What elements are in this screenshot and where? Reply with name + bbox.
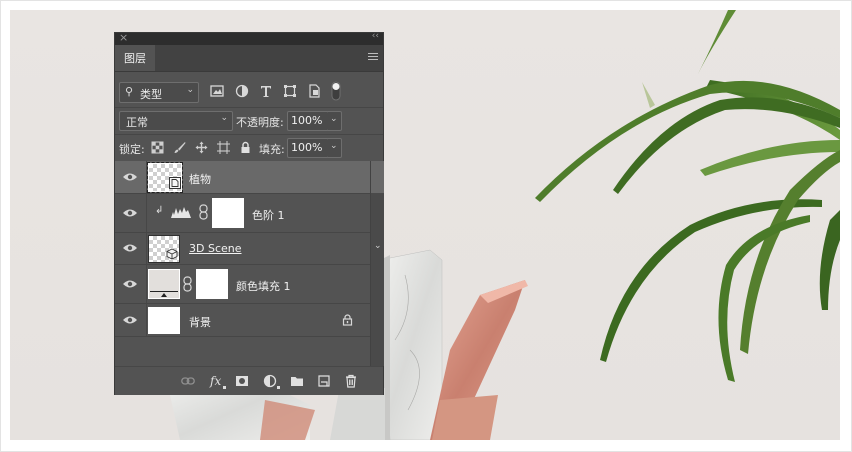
search-icon: ⚲ bbox=[125, 85, 134, 98]
scrollbar-selected-strip bbox=[371, 161, 384, 193]
blend-row: 正常 ⌄ 不透明度: 100% ⌄ bbox=[115, 108, 383, 135]
collapse-icon[interactable]: ‹‹ bbox=[372, 31, 379, 41]
layer-row-3d-scene[interactable]: 3D Scene bbox=[115, 233, 370, 265]
panel-menu-icon[interactable] bbox=[368, 53, 378, 62]
opacity-value: 100% bbox=[291, 114, 323, 127]
opacity-label: 不透明度: bbox=[236, 116, 284, 129]
eye-divider bbox=[146, 161, 147, 193]
layers-panel: × ‹‹ 图层 ⚲ 类型 ⌄ 正常 ⌄ 不透明度: 100% ⌄ 锁定: 填充:… bbox=[115, 31, 384, 395]
filter-toggle-icon[interactable] bbox=[331, 81, 341, 101]
layers-scrollbar[interactable]: ⌄ bbox=[370, 161, 384, 366]
adjustment-filter-icon[interactable] bbox=[235, 84, 249, 98]
delete-layer-icon[interactable] bbox=[344, 374, 358, 388]
layer-row-color-fill[interactable]: 颜色填充 1 bbox=[115, 265, 370, 304]
fill-slider-line bbox=[150, 291, 178, 292]
lock-row: 锁定: 填充: 100% ⌄ bbox=[115, 135, 383, 162]
layer-thumbnail bbox=[148, 307, 180, 334]
layer-name[interactable]: 颜色填充 1 bbox=[236, 278, 291, 294]
layer-row-background[interactable]: 背景 bbox=[115, 304, 370, 337]
lock-image-pixels-icon[interactable] bbox=[173, 141, 186, 154]
layer-row-plant[interactable]: 植物 bbox=[115, 161, 370, 194]
lock-label: 锁定: bbox=[119, 143, 145, 156]
filter-row: ⚲ 类型 ⌄ bbox=[115, 73, 383, 108]
panel-titlebar: × ‹‹ bbox=[115, 31, 383, 45]
image-filter-icon[interactable] bbox=[210, 84, 224, 98]
visibility-eye-icon[interactable] bbox=[122, 243, 138, 253]
clipping-arrow-icon: ↲ bbox=[155, 205, 164, 216]
new-layer-icon[interactable] bbox=[317, 374, 331, 388]
3d-cube-icon bbox=[166, 248, 178, 260]
new-group-icon[interactable] bbox=[290, 374, 304, 388]
chevron-down-icon: ⌄ bbox=[220, 113, 228, 123]
visibility-eye-icon[interactable] bbox=[122, 172, 138, 182]
layer-name[interactable]: 色阶 1 bbox=[252, 207, 285, 223]
layer-filter-select[interactable]: ⚲ 类型 ⌄ bbox=[119, 82, 199, 103]
layer-mask-thumbnail bbox=[212, 198, 244, 228]
blend-mode-value: 正常 bbox=[126, 116, 148, 129]
add-mask-icon[interactable] bbox=[235, 374, 249, 388]
shape-filter-icon[interactable] bbox=[283, 84, 297, 98]
chevron-down-icon: ⌄ bbox=[330, 114, 338, 124]
lock-icon bbox=[342, 314, 353, 326]
fx-icon[interactable]: fx bbox=[210, 374, 221, 388]
adjustment-menu-dot bbox=[277, 386, 280, 389]
histogram-icon bbox=[171, 207, 191, 218]
chain-link-icon[interactable] bbox=[183, 276, 192, 292]
fill-input[interactable]: 100% bbox=[287, 138, 329, 158]
tab-layers[interactable]: 图层 bbox=[115, 45, 155, 71]
layer-name[interactable]: 植物 bbox=[189, 171, 211, 187]
eye-divider bbox=[146, 265, 147, 303]
fill-value: 100% bbox=[291, 141, 323, 154]
chain-link-icon[interactable] bbox=[199, 204, 208, 220]
type-filter-icon[interactable] bbox=[259, 84, 273, 98]
layer-mask-thumbnail bbox=[196, 269, 228, 299]
panel-tab-row: 图层 bbox=[115, 45, 383, 72]
filter-label: 类型 bbox=[140, 88, 162, 101]
panel-footer: fx bbox=[115, 366, 383, 395]
smart-object-filter-icon[interactable] bbox=[307, 84, 321, 98]
layer-name[interactable]: 背景 bbox=[189, 314, 211, 330]
chevron-down-icon: ⌄ bbox=[186, 85, 194, 95]
fill-color-thumbnail bbox=[148, 269, 180, 299]
fill-slider-marker bbox=[161, 293, 167, 297]
eye-divider bbox=[146, 233, 147, 264]
opacity-dropdown-button[interactable]: ⌄ bbox=[328, 111, 342, 131]
layer-name[interactable]: 3D Scene bbox=[189, 242, 242, 255]
opacity-input[interactable]: 100% bbox=[287, 111, 329, 131]
lock-artboard-icon[interactable] bbox=[217, 141, 230, 154]
fill-dropdown-button[interactable]: ⌄ bbox=[328, 138, 342, 158]
lock-position-icon[interactable] bbox=[195, 141, 208, 154]
layers-list: 植物 ↲ 色阶 1 3D Scene 颜色填充 1 背景 bbox=[115, 161, 370, 366]
eye-divider bbox=[146, 304, 147, 336]
eye-divider bbox=[146, 194, 147, 232]
link-layers-icon[interactable] bbox=[181, 374, 195, 388]
blend-mode-select[interactable]: 正常 ⌄ bbox=[119, 111, 233, 131]
visibility-eye-icon[interactable] bbox=[122, 279, 138, 289]
layer-row-levels[interactable]: ↲ 色阶 1 bbox=[115, 194, 370, 233]
smart-object-badge-icon bbox=[169, 177, 181, 189]
visibility-eye-icon[interactable] bbox=[122, 315, 138, 325]
close-icon[interactable]: × bbox=[119, 31, 128, 44]
new-adjustment-icon[interactable] bbox=[263, 374, 277, 388]
chevron-down-icon: ⌄ bbox=[330, 141, 338, 151]
fx-menu-dot bbox=[223, 386, 226, 389]
lock-all-icon[interactable] bbox=[239, 141, 252, 154]
visibility-eye-icon[interactable] bbox=[122, 208, 138, 218]
fill-label: 填充: bbox=[259, 143, 285, 156]
lock-transparent-pixels-icon[interactable] bbox=[151, 141, 164, 154]
expand-chevron-icon[interactable]: ⌄ bbox=[374, 241, 382, 251]
